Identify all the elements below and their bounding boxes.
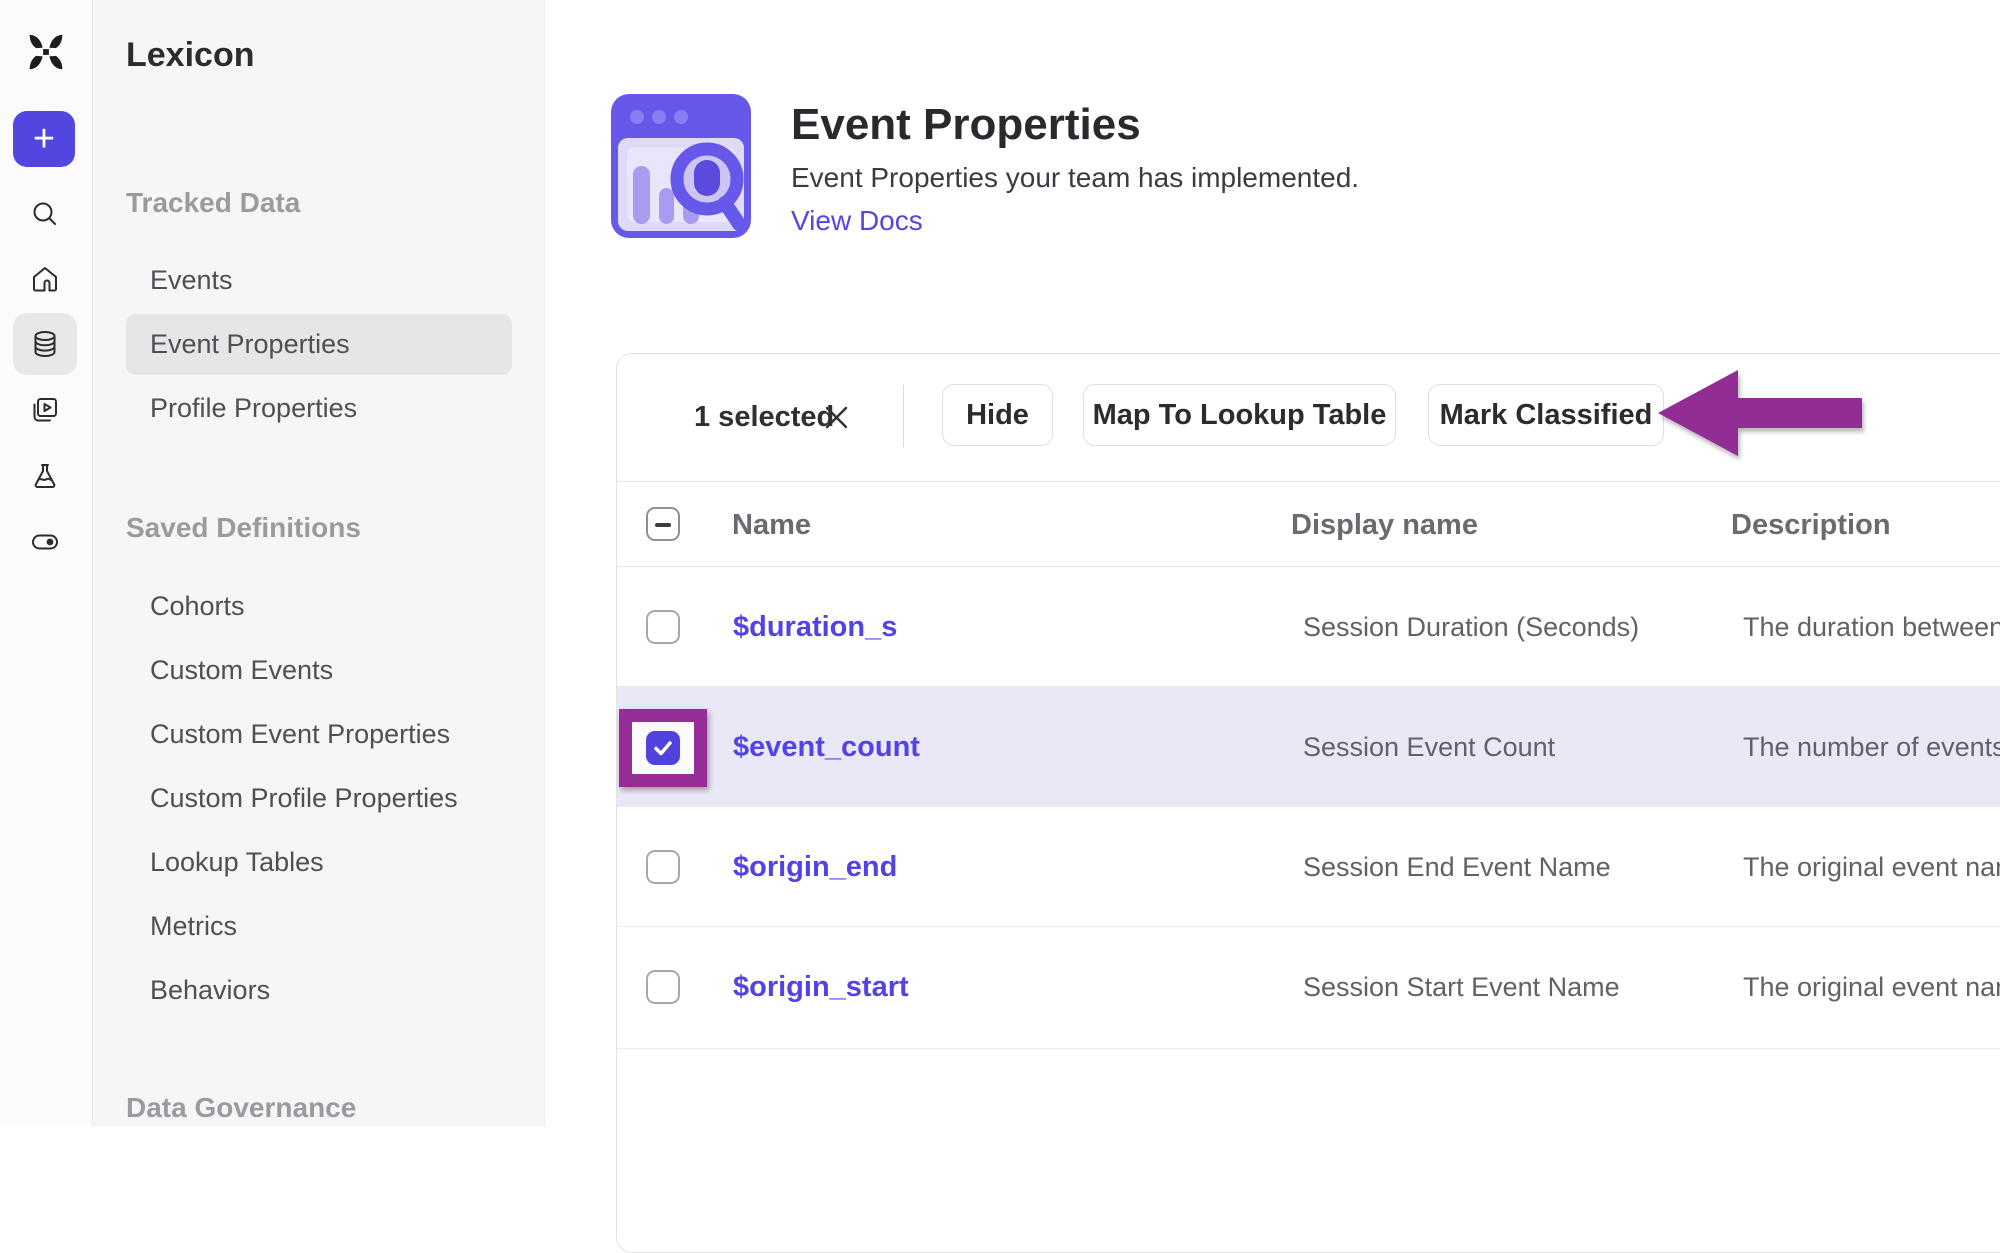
icon-rail: + — [0, 0, 93, 1126]
search-icon — [29, 198, 61, 230]
feature-flags-nav-button[interactable] — [13, 511, 77, 573]
select-all-checkbox[interactable] — [646, 507, 680, 541]
column-header-description[interactable]: Description — [1731, 482, 1891, 568]
map-to-lookup-table-button[interactable]: Map To Lookup Table — [1083, 384, 1396, 446]
section-header-saved-definitions: Saved Definitions — [126, 511, 361, 545]
table-row-origin-end[interactable]: $origin_end Session End Event Name The o… — [617, 807, 2000, 927]
annotation-highlight-inner — [632, 722, 694, 774]
reports-nav-button[interactable] — [13, 379, 77, 441]
section-header-tracked-data: Tracked Data — [126, 186, 300, 220]
sidebar-item-profile-properties[interactable]: Profile Properties — [126, 378, 512, 439]
column-header-name[interactable]: Name — [732, 482, 811, 568]
column-header-display-name[interactable]: Display name — [1291, 482, 1478, 568]
data-management-nav-button[interactable] — [13, 313, 77, 375]
lexicon-sidebar: Lexicon Tracked Data Events Event Proper… — [93, 0, 545, 1126]
search-nav-button[interactable] — [13, 183, 77, 245]
toolbar-divider — [903, 385, 904, 447]
event-properties-table-card: 1 selected Hide Map To Lookup Table Mark… — [616, 353, 2000, 1253]
table-row-duration-s[interactable]: $duration_s Session Duration (Seconds) T… — [617, 567, 2000, 687]
mixpanel-logo-icon — [22, 26, 70, 78]
view-docs-link[interactable]: View Docs — [791, 205, 923, 237]
sidebar-title: Lexicon — [126, 36, 254, 75]
property-name-link[interactable]: $event_count — [733, 687, 920, 806]
table-row-origin-start[interactable]: $origin_start Session Start Event Name T… — [617, 927, 2000, 1049]
boards-play-icon — [29, 394, 61, 426]
row-checkbox[interactable] — [646, 610, 680, 644]
sidebar-item-custom-profile-properties[interactable]: Custom Profile Properties — [126, 768, 512, 829]
indeterminate-dash-icon — [655, 523, 671, 527]
sidebar-item-custom-events[interactable]: Custom Events — [126, 640, 512, 701]
display-name-cell: Session End Event Name — [1303, 807, 1611, 926]
annotation-highlight-box — [619, 709, 707, 787]
close-icon — [823, 404, 850, 431]
property-name-link[interactable]: $origin_end — [733, 807, 897, 926]
flask-icon — [29, 460, 61, 492]
description-cell: The original event name — [1743, 927, 2000, 1048]
property-name-link[interactable]: $duration_s — [733, 567, 897, 686]
sidebar-item-behaviors[interactable]: Behaviors — [126, 960, 512, 1021]
description-cell: The number of events — [1743, 687, 2000, 806]
selection-count-label: 1 selected — [694, 386, 834, 448]
row-checkbox[interactable] — [646, 970, 680, 1004]
section-header-data-governance: Data Governance — [126, 1091, 356, 1125]
hide-button[interactable]: Hide — [942, 384, 1053, 446]
page-title: Event Properties — [791, 100, 1141, 150]
table-row-event-count[interactable]: $event_count Session Event Count The num… — [617, 687, 2000, 807]
page-subtitle: Event Properties your team has implement… — [791, 162, 1359, 194]
experiments-nav-button[interactable] — [13, 445, 77, 507]
event-properties-illustration-icon — [611, 94, 751, 243]
plus-icon: + — [33, 120, 55, 158]
row-checkbox[interactable] — [646, 850, 680, 884]
create-button[interactable]: + — [13, 111, 75, 167]
sidebar-item-event-properties[interactable]: Event Properties — [126, 314, 512, 375]
toggle-icon — [29, 526, 61, 558]
clear-selection-button[interactable] — [823, 404, 850, 431]
table-header-row: Name Display name Description — [617, 481, 2000, 567]
description-cell: The original event name — [1743, 807, 2000, 926]
selection-toolbar: 1 selected Hide Map To Lookup Table Mark… — [617, 354, 2000, 481]
display-name-cell: Session Duration (Seconds) — [1303, 567, 1639, 686]
row-checkbox-checked[interactable] — [646, 731, 680, 765]
sidebar-item-events[interactable]: Events — [126, 250, 512, 311]
display-name-cell: Session Start Event Name — [1303, 927, 1620, 1048]
checkmark-icon — [652, 737, 674, 759]
mark-classified-button[interactable]: Mark Classified — [1428, 384, 1664, 446]
sidebar-item-cohorts[interactable]: Cohorts — [126, 576, 512, 637]
display-name-cell: Session Event Count — [1303, 687, 1555, 806]
sidebar-item-lookup-tables[interactable]: Lookup Tables — [126, 832, 512, 893]
description-cell: The duration between — [1743, 567, 2000, 686]
home-nav-button[interactable] — [13, 248, 77, 310]
database-icon — [29, 328, 61, 360]
table-body: $duration_s Session Duration (Seconds) T… — [617, 567, 2000, 1049]
sidebar-item-metrics[interactable]: Metrics — [126, 896, 512, 957]
home-icon — [29, 263, 61, 295]
sidebar-item-custom-event-properties[interactable]: Custom Event Properties — [126, 704, 512, 765]
property-name-link[interactable]: $origin_start — [733, 927, 909, 1048]
